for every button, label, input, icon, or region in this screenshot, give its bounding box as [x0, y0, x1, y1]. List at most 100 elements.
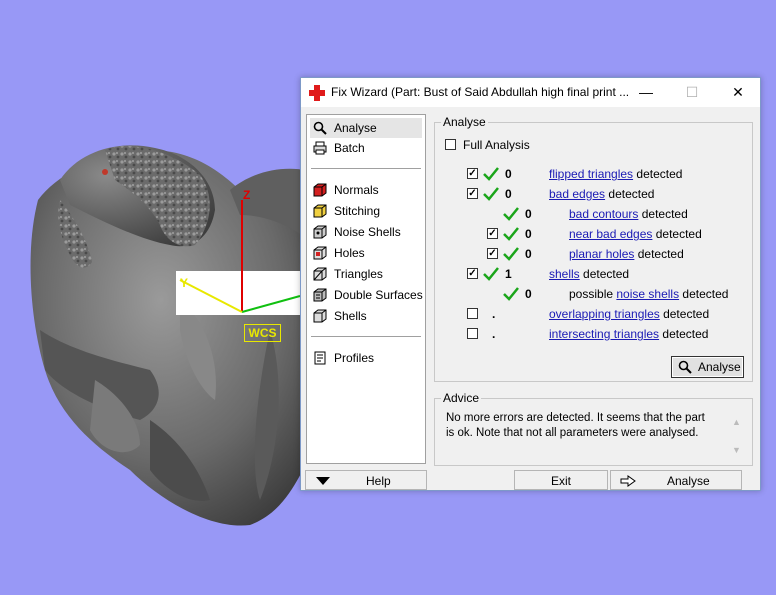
checkmark-icon — [483, 167, 499, 181]
planar-holes-checkbox[interactable]: ✓ — [487, 248, 498, 259]
nav-item-label: Noise Shells — [334, 225, 401, 239]
nav-item-double-surfaces[interactable]: Double Surfaces — [310, 285, 423, 305]
link-flipped-triangles[interactable]: flipped triangles — [549, 167, 633, 181]
link-shells[interactable]: shells — [549, 267, 580, 281]
scroll-down-icon[interactable]: ▼ — [732, 445, 741, 455]
nav-item-label: Batch — [334, 141, 365, 155]
nav-item-stitching[interactable]: Stitching — [310, 201, 422, 221]
shells-checkbox[interactable]: ✓ — [467, 268, 478, 279]
checkmark-icon — [483, 267, 499, 281]
wcs-label: WCS — [244, 324, 281, 342]
magnifier-icon — [313, 121, 327, 135]
analyse-button-label: Analyse — [698, 360, 741, 374]
result-row-planar-holes: ✓ 0 planar holes detected — [435, 246, 752, 262]
analyse-group-title: Analyse — [441, 115, 488, 129]
nav-item-noise-shells[interactable]: Noise Shells — [310, 222, 422, 242]
close-button[interactable]: ✕ — [715, 78, 761, 107]
detected-label: detected — [605, 187, 655, 201]
result-count: 0 — [525, 287, 532, 301]
window-title: Fix Wizard (Part: Bust of Said Abdullah … — [331, 85, 630, 99]
result-count: 0 — [505, 167, 512, 181]
checkmark-icon — [503, 227, 519, 241]
magnifier-icon — [678, 360, 692, 374]
triangles-icon — [313, 267, 327, 281]
link-noise-shells[interactable]: noise shells — [616, 287, 679, 301]
bad-edges-checkbox[interactable]: ✓ — [467, 188, 478, 199]
nav-item-normals[interactable]: Normals — [310, 180, 422, 200]
shells-icon — [313, 309, 327, 323]
link-overlapping-triangles[interactable]: overlapping triangles — [549, 307, 660, 321]
intersecting-triangles-checkbox[interactable] — [467, 328, 478, 339]
nav-item-profiles[interactable]: Profiles — [310, 348, 422, 368]
double-surfaces-icon — [313, 288, 327, 302]
analyse-button[interactable]: Analyse — [671, 356, 744, 378]
fix-wizard-window: Fix Wizard (Part: Bust of Said Abdullah … — [300, 77, 761, 491]
bottom-bar: Help Exit Analyse — [301, 470, 760, 490]
result-row-bad-contours: 0 bad contours detected — [435, 206, 752, 222]
triangle-down-icon — [316, 477, 330, 485]
overlapping-triangles-checkbox[interactable] — [467, 308, 478, 319]
detected-label: detected — [659, 307, 710, 321]
minimize-button[interactable]: — — [623, 78, 669, 107]
exit-button[interactable]: Exit — [514, 470, 608, 490]
profiles-icon — [314, 351, 326, 365]
detected-label: detected — [652, 227, 702, 241]
near-bad-edges-checkbox[interactable]: ✓ — [487, 228, 498, 239]
link-near-bad-edges[interactable]: near bad edges — [569, 227, 652, 241]
advice-group: Advice No more errors are detected. It s… — [434, 391, 753, 466]
help-button[interactable]: Help — [305, 470, 427, 490]
help-button-label: Help — [366, 474, 391, 488]
result-row-intersecting-triangles: . intersecting triangles detected — [435, 326, 752, 342]
detected-label: detected — [659, 327, 709, 341]
noise-shells-icon — [313, 225, 327, 239]
result-row-overlapping-triangles: . overlapping triangles detected — [435, 306, 752, 322]
result-row-noise-shells: 0 possible noise shells detected — [435, 286, 752, 302]
link-planar-holes[interactable]: planar holes — [569, 247, 634, 261]
nav-separator — [311, 168, 421, 170]
nav-item-label: Triangles — [334, 267, 383, 281]
checkmark-icon — [503, 247, 519, 261]
result-count: . — [492, 327, 496, 341]
full-analysis-checkbox[interactable] — [445, 139, 456, 150]
axis-z-label: Z — [243, 188, 251, 202]
link-bad-contours[interactable]: bad contours — [569, 207, 638, 221]
result-row-flipped-triangles: ✓ 0 flipped triangles detected — [435, 166, 752, 182]
detected-label: detected — [638, 207, 688, 221]
maximize-button[interactable]: ☐ — [669, 78, 715, 107]
checkmark-icon — [483, 187, 499, 201]
axis-y-label: Y — [180, 276, 189, 290]
nav-item-batch[interactable]: Batch — [310, 138, 422, 158]
result-count: 0 — [525, 207, 532, 221]
detected-label: detected — [633, 167, 683, 181]
nav-item-label: Normals — [334, 183, 379, 197]
nav-item-holes[interactable]: Holes — [310, 243, 422, 263]
advice-group-title: Advice — [441, 391, 482, 405]
result-row-shells: ✓ 1 shells detected — [435, 266, 752, 282]
nav-item-triangles[interactable]: Triangles — [310, 264, 422, 284]
nav-separator — [311, 336, 421, 338]
nav-item-shells[interactable]: Shells — [310, 306, 422, 326]
nav-item-label: Holes — [334, 246, 365, 260]
nav-item-label: Shells — [334, 309, 367, 323]
nav-item-analyse[interactable]: Analyse — [310, 118, 422, 138]
analyse-group: Analyse Full Analysis ✓ 0 flipped triang… — [434, 115, 753, 382]
detected-label: detected — [579, 267, 630, 281]
arrow-right-icon — [620, 475, 636, 487]
checkmark-icon — [503, 207, 519, 221]
result-count: 0 — [505, 187, 512, 201]
bottom-analyse-button[interactable]: Analyse — [610, 470, 742, 490]
exit-button-label: Exit — [550, 474, 571, 488]
result-count: 0 — [525, 247, 532, 261]
advice-text: No more errors are detected. It seems th… — [446, 412, 705, 439]
scroll-up-icon[interactable]: ▲ — [732, 417, 741, 427]
nav-item-label: Analyse — [334, 121, 377, 135]
flipped-triangles-checkbox[interactable]: ✓ — [467, 168, 478, 179]
link-bad-edges[interactable]: bad edges — [549, 187, 605, 201]
title-bar[interactable]: Fix Wizard (Part: Bust of Said Abdullah … — [301, 78, 760, 107]
wizard-nav: Analyse Batch Normals Stitching Noise Sh… — [306, 114, 426, 464]
red-cross-icon — [309, 85, 325, 101]
checkmark-icon — [503, 287, 519, 301]
yellow-cube-icon — [313, 204, 327, 218]
link-intersecting-triangles[interactable]: intersecting triangles — [549, 327, 659, 341]
printer-icon — [313, 141, 327, 155]
